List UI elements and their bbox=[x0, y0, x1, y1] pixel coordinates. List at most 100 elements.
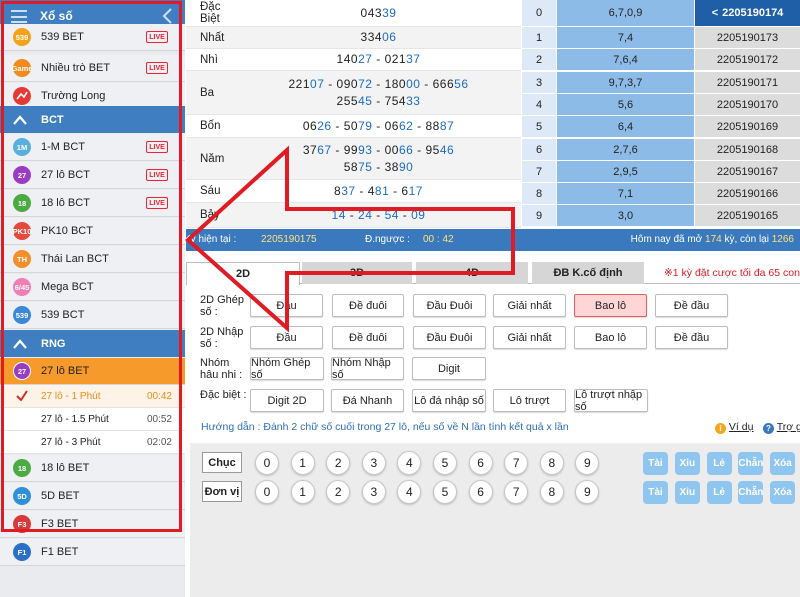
digit-ball[interactable]: 6 bbox=[468, 451, 493, 475]
bet-option-button[interactable]: Nhóm Ghép số bbox=[250, 357, 324, 381]
sidebar-section[interactable]: BCT bbox=[0, 106, 185, 133]
sub-menu-item[interactable]: 27 lô - 1 Phút 00:42 bbox=[0, 385, 185, 408]
quick-select-button[interactable]: Chẵn bbox=[738, 452, 764, 475]
bet-option-button[interactable]: Digit bbox=[412, 357, 486, 380]
game-badge-icon bbox=[13, 87, 31, 105]
quick-select-button[interactable]: Xỉu bbox=[674, 452, 700, 475]
sidebar-item[interactable]: F1 F1 BET bbox=[0, 539, 185, 566]
bet-option-button[interactable]: Đầu Đuôi bbox=[413, 294, 486, 317]
period-id: 2205190166 bbox=[716, 188, 779, 201]
game-badge-icon: 27 bbox=[13, 362, 31, 380]
digit-ball[interactable]: 2 bbox=[326, 451, 351, 475]
sub-menu-label: 27 lô - 1.5 Phút bbox=[41, 413, 109, 425]
tab-1[interactable]: 2D bbox=[186, 262, 300, 285]
digit-ball[interactable]: 7 bbox=[504, 451, 529, 475]
quick-select-button[interactable]: Tài bbox=[643, 452, 668, 475]
bet-option-button[interactable]: Đề đuôi bbox=[332, 294, 404, 317]
sidebar-item-label: 539 BCT bbox=[41, 309, 85, 321]
sidebar-item[interactable]: 1M 1-M BCT LIVE bbox=[0, 134, 185, 161]
digit-ball[interactable]: 8 bbox=[539, 480, 564, 504]
bet-option-button[interactable]: Đề đuôi bbox=[332, 326, 404, 349]
bet-option-button[interactable]: Lô trượt nhập số bbox=[574, 389, 648, 413]
sidebar-item[interactable]: PK10 PK10 BCT bbox=[0, 218, 185, 245]
sidebar-item-label: PK10 BCT bbox=[41, 225, 93, 237]
bet-note: ※1 kỳ đặt cược tối đa 65 con bbox=[664, 267, 800, 279]
sidebar-item[interactable]: 27 27 lô BET bbox=[0, 358, 185, 385]
bet-option-button[interactable]: Đầu Đuôi bbox=[413, 326, 486, 349]
quick-select-button[interactable]: Lẻ bbox=[706, 452, 732, 475]
quick-select-button[interactable]: Tài bbox=[643, 481, 668, 504]
bet-option-button[interactable]: Bao lô bbox=[574, 294, 647, 317]
number-line: 0626 - 5079 - 0662 - 8887 bbox=[236, 118, 521, 135]
sidebar-item[interactable]: F3 F3 BET bbox=[0, 511, 185, 538]
digit-ball[interactable]: 7 bbox=[504, 480, 529, 504]
tab-4[interactable]: ĐB K.cố định bbox=[532, 262, 644, 284]
bet-option-button[interactable]: Đầu bbox=[250, 326, 323, 349]
digit-ball[interactable]: 3 bbox=[361, 480, 386, 504]
result-row: Ba 22107 - 09072 - 18000 - 66656 25545 - 7… bbox=[186, 71, 521, 115]
digit-ball[interactable]: 1 bbox=[290, 480, 315, 504]
sidebar-item[interactable]: 18 18 lô BET bbox=[0, 455, 185, 482]
sub-menu-item[interactable]: 27 lô - 1.5 Phút 00:52 bbox=[0, 408, 185, 431]
digit-ball[interactable]: 0 bbox=[255, 451, 279, 475]
sidebar-item[interactable]: TH Thái Lan BCT bbox=[0, 246, 185, 273]
digit-ball[interactable]: 3 bbox=[361, 451, 386, 475]
sidebar-section[interactable]: RNG bbox=[0, 330, 185, 357]
quick-select-button[interactable]: Chẵn bbox=[738, 481, 764, 504]
sub-menu-item[interactable]: 27 lô - 3 Phút 02:02 bbox=[0, 431, 185, 454]
game-badge-icon: 6/45 bbox=[13, 278, 31, 296]
digit-ball[interactable]: 8 bbox=[539, 451, 564, 475]
quick-select-button[interactable]: Xỉu bbox=[674, 481, 700, 504]
period-cell: 2205190166 bbox=[694, 183, 800, 205]
digit-ball[interactable]: 9 bbox=[575, 451, 600, 475]
quick-select-button[interactable]: Xóa bbox=[770, 481, 796, 504]
digit-ball[interactable]: 4 bbox=[397, 451, 422, 475]
quick-select-button[interactable]: Xóa bbox=[770, 452, 796, 475]
digit-cell: 1 bbox=[522, 27, 556, 48]
digit-ball[interactable]: 0 bbox=[255, 480, 279, 504]
bet-option-button[interactable]: Lô đá nhập số bbox=[412, 389, 486, 412]
quick-select-button[interactable]: Lẻ bbox=[706, 481, 732, 504]
collapse-chevron-icon[interactable] bbox=[161, 8, 173, 24]
period-cell[interactable]: <2205190174 bbox=[694, 0, 800, 26]
number-head: 37 bbox=[302, 142, 318, 157]
sidebar-item[interactable]: 18 18 lô BCT LIVE bbox=[0, 190, 185, 217]
sidebar-item[interactable]: 539 539 BCT bbox=[0, 302, 185, 329]
bet-option-button[interactable]: Digit 2D bbox=[250, 389, 324, 412]
sidebar-item[interactable]: 27 27 lô BCT LIVE bbox=[0, 162, 185, 189]
bet-option-button[interactable]: Bao lô bbox=[574, 326, 647, 349]
digit-ball[interactable]: 1 bbox=[290, 451, 315, 475]
group-label: Đặc biệt : bbox=[200, 389, 247, 401]
bet-option-button[interactable]: Đề đầu bbox=[655, 326, 728, 349]
sidebar-item[interactable]: 5D 5D BET bbox=[0, 483, 185, 510]
values-cell: 2,9,5 bbox=[556, 160, 694, 182]
sidebar-item[interactable]: Game Nhiều trò BET LIVE bbox=[0, 55, 185, 82]
bet-option-button[interactable]: Đầu bbox=[250, 294, 323, 317]
bet-option-button[interactable]: Đề đầu bbox=[655, 294, 728, 317]
number-tail: 75 bbox=[358, 159, 373, 174]
tab-2[interactable]: 3D bbox=[302, 262, 412, 284]
digit-ball[interactable]: 9 bbox=[575, 480, 600, 504]
bet-option-button[interactable]: Giải nhất bbox=[493, 294, 566, 317]
number-head: - 4 bbox=[355, 183, 375, 198]
sidebar-item[interactable]: 539 539 BET LIVE bbox=[0, 24, 185, 51]
example-link[interactable]: i Ví dụ bbox=[715, 421, 753, 434]
digit-ball[interactable]: 5 bbox=[433, 480, 457, 504]
bet-option-button[interactable]: Giải nhất bbox=[493, 326, 566, 349]
digit-ball[interactable]: 6 bbox=[468, 480, 493, 504]
bet-option-button[interactable]: Nhóm Nhập số bbox=[331, 357, 404, 381]
sidebar-item[interactable]: 6/45 Mega BCT bbox=[0, 274, 185, 301]
digit-ball[interactable]: 4 bbox=[397, 480, 422, 504]
prev-chevron-icon[interactable]: < bbox=[712, 7, 718, 19]
digit-ball[interactable]: 5 bbox=[433, 451, 457, 475]
help-link[interactable]: ? Trợ giúp bbox=[763, 421, 800, 434]
menu-icon[interactable] bbox=[11, 10, 27, 23]
tab-3[interactable]: 4D bbox=[416, 262, 528, 284]
bet-option-button[interactable]: Đá Nhanh bbox=[331, 389, 404, 412]
sidebar-item-label: 18 lô BCT bbox=[41, 197, 90, 209]
digit-ball[interactable]: 2 bbox=[326, 480, 351, 504]
period-cell: 2205190170 bbox=[694, 93, 800, 115]
checkmark-icon bbox=[16, 390, 28, 404]
bet-option-button[interactable]: Lô trượt bbox=[493, 389, 566, 412]
game-badge-icon: 1M bbox=[13, 138, 31, 156]
